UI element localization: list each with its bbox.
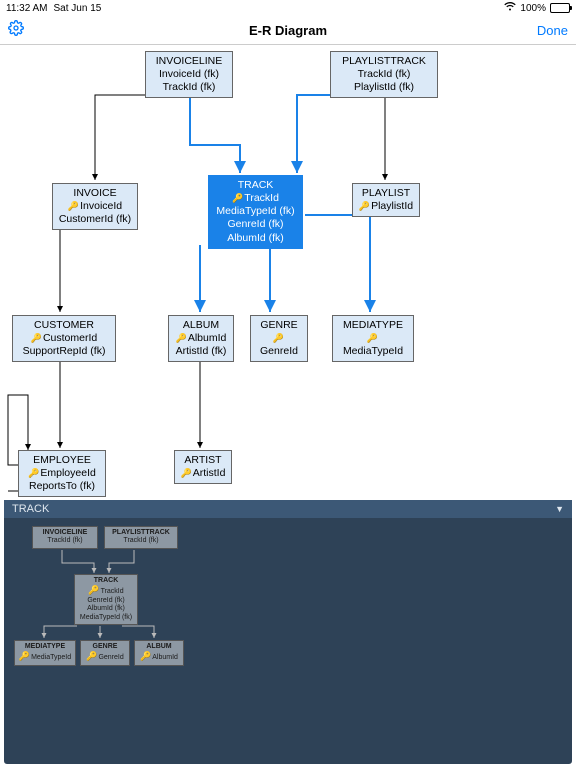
entity-key-field: TrackId xyxy=(213,192,298,205)
entity-genre[interactable]: GENRE GenreId xyxy=(250,315,308,362)
settings-gear-icon[interactable] xyxy=(8,20,24,41)
entity-track[interactable]: TRACK TrackId MediaTypeId (fk) GenreId (… xyxy=(208,175,303,249)
entity-key-field: ArtistId xyxy=(179,467,227,480)
entity-field: ReportsTo (fk) xyxy=(23,480,101,493)
entity-title: PLAYLIST xyxy=(357,187,415,200)
entity-field: TrackId (fk) xyxy=(150,81,228,94)
entity-title: TRACK xyxy=(213,179,298,192)
entity-key-field: MediaTypeId xyxy=(337,332,409,358)
entity-key-field: InvoiceId xyxy=(57,200,133,213)
entity-artist[interactable]: ARTIST ArtistId xyxy=(174,450,232,484)
entity-field: ArtistId (fk) xyxy=(173,345,229,358)
mini-entity-genre[interactable]: GENRE GenreId xyxy=(80,640,130,666)
entity-playlist[interactable]: PLAYLIST PlaylistId xyxy=(352,183,420,217)
diagram-canvas[interactable]: INVOICELINE InvoiceId (fk) TrackId (fk) … xyxy=(0,45,576,495)
entity-employee[interactable]: EMPLOYEE EmployeeId ReportsTo (fk) xyxy=(18,450,106,497)
battery-pct: 100% xyxy=(520,3,546,14)
entity-key-field: GenreId xyxy=(84,651,126,662)
entity-title: PLAYLISTTRACK xyxy=(335,55,433,68)
detail-panel: TRACK ▼ INVOICELINE TrackId (fk) PLAYLIS… xyxy=(4,500,572,764)
battery-icon xyxy=(550,3,570,13)
entity-field: GenreId (fk) xyxy=(78,597,134,605)
entity-field: TrackId (fk) xyxy=(335,68,433,81)
entity-field: SupportRepId (fk) xyxy=(17,345,111,358)
entity-title: EMPLOYEE xyxy=(23,454,101,467)
detail-panel-title: TRACK xyxy=(12,503,49,515)
entity-key-field: EmployeeId xyxy=(23,467,101,480)
entity-title: INVOICELINE xyxy=(36,529,94,537)
done-button[interactable]: Done xyxy=(537,23,568,38)
entity-title: INVOICELINE xyxy=(150,55,228,68)
entity-key-field: GenreId xyxy=(255,332,303,358)
entity-field: CustomerId (fk) xyxy=(57,213,133,226)
entity-title: ALBUM xyxy=(173,319,229,332)
mini-entity-track[interactable]: TRACK TrackId GenreId (fk) AlbumId (fk) … xyxy=(74,574,138,625)
entity-field: TrackId (fk) xyxy=(36,537,94,545)
entity-field: MediaTypeId (fk) xyxy=(213,205,298,218)
entity-title: INVOICE xyxy=(57,187,133,200)
wifi-icon xyxy=(504,2,516,14)
entity-title: TRACK xyxy=(78,577,134,585)
entity-field: GenreId (fk) xyxy=(213,218,298,231)
entity-key-field: AlbumId xyxy=(173,332,229,345)
entity-title: GENRE xyxy=(255,319,303,332)
entity-field: InvoiceId (fk) xyxy=(150,68,228,81)
entity-key-field: AlbumId xyxy=(138,651,180,662)
entity-title: CUSTOMER xyxy=(17,319,111,332)
mini-entity-playlisttrack[interactable]: PLAYLISTTRACK TrackId (fk) xyxy=(104,526,178,549)
entity-mediatype[interactable]: MEDIATYPE MediaTypeId xyxy=(332,315,414,362)
status-date: Sat Jun 15 xyxy=(54,3,102,14)
entity-invoiceline[interactable]: INVOICELINE InvoiceId (fk) TrackId (fk) xyxy=(145,51,233,98)
entity-title: MEDIATYPE xyxy=(337,319,409,332)
mini-entity-album[interactable]: ALBUM AlbumId xyxy=(134,640,184,666)
entity-key-field: MediaTypeId xyxy=(18,651,72,662)
dropdown-triangle-icon[interactable]: ▼ xyxy=(555,504,564,514)
detail-mini-diagram[interactable]: INVOICELINE TrackId (fk) PLAYLISTTRACK T… xyxy=(4,518,572,718)
status-bar: 11:32 AM Sat Jun 15 100% xyxy=(0,0,576,16)
entity-customer[interactable]: CUSTOMER CustomerId SupportRepId (fk) xyxy=(12,315,116,362)
entity-key-field: PlaylistId xyxy=(357,200,415,213)
entity-key-field: CustomerId xyxy=(17,332,111,345)
diagram-arrows xyxy=(0,45,576,495)
status-time: 11:32 AM xyxy=(6,3,48,14)
entity-field: PlaylistId (fk) xyxy=(335,81,433,94)
entity-field: TrackId (fk) xyxy=(108,537,174,545)
entity-title: ARTIST xyxy=(179,454,227,467)
detail-panel-header[interactable]: TRACK ▼ xyxy=(4,500,572,518)
entity-album[interactable]: ALBUM AlbumId ArtistId (fk) xyxy=(168,315,234,362)
mini-entity-invoiceline[interactable]: INVOICELINE TrackId (fk) xyxy=(32,526,98,549)
entity-key-field: TrackId xyxy=(78,585,134,596)
entity-invoice[interactable]: INVOICE InvoiceId CustomerId (fk) xyxy=(52,183,138,230)
entity-field: MediaTypeId (fk) xyxy=(78,614,134,622)
entity-title: PLAYLISTTRACK xyxy=(108,529,174,537)
entity-field: AlbumId (fk) xyxy=(78,605,134,613)
page-title: E-R Diagram xyxy=(0,23,576,38)
entity-playlisttrack[interactable]: PLAYLISTTRACK TrackId (fk) PlaylistId (f… xyxy=(330,51,438,98)
entity-field: AlbumId (fk) xyxy=(213,232,298,245)
mini-entity-mediatype[interactable]: MEDIATYPE MediaTypeId xyxy=(14,640,76,666)
nav-bar: E-R Diagram Done xyxy=(0,16,576,45)
